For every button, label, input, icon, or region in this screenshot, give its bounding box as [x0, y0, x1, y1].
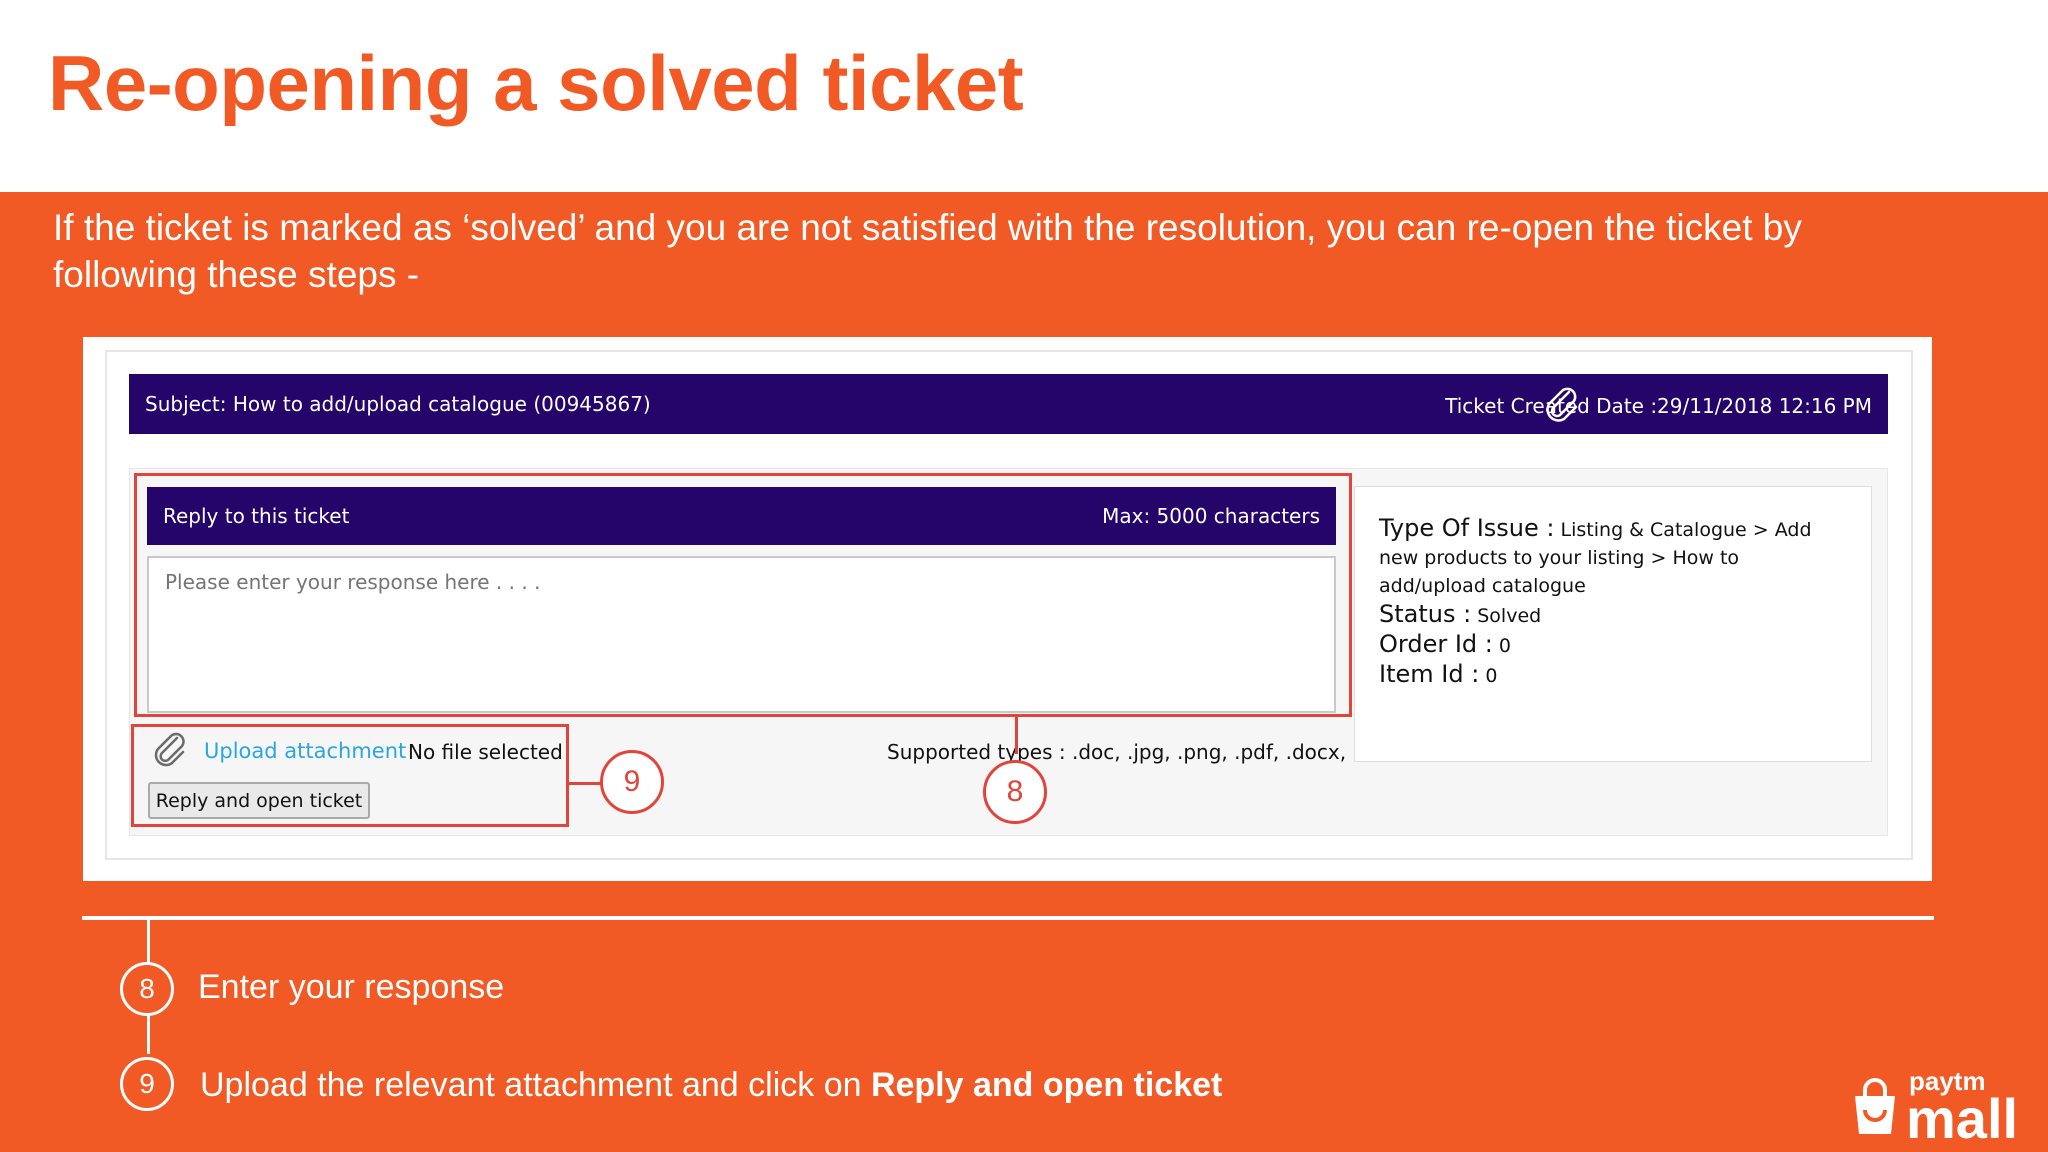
shopping-bag-icon — [1855, 1078, 1895, 1134]
highlight-box-step-8 — [134, 473, 1352, 717]
file-status: No file selected — [408, 740, 563, 764]
callout-9: 9 — [600, 750, 664, 814]
paytm-mall-logo: paytm mall — [1855, 1066, 2018, 1140]
paperclip-icon[interactable] — [150, 730, 190, 770]
order-id-value: 0 — [1498, 635, 1511, 657]
step-9-text: Upload the relevant attachment and click… — [200, 1066, 871, 1104]
order-id-label: Order Id : — [1379, 630, 1493, 658]
slide-title: Re-opening a solved ticket — [48, 39, 1024, 127]
intro-text: If the ticket is marked as ‘solved’ and … — [53, 207, 1802, 295]
ticket-subject: Subject: How to add/upload catalogue (00… — [145, 392, 651, 416]
upload-attachment-link[interactable]: Upload attachment — [204, 739, 406, 763]
divider — [82, 916, 1934, 920]
step-number-9: 9 — [120, 1057, 174, 1111]
item-id-row: Item Id : 0 — [1379, 660, 1849, 690]
ticket-created-date: Ticket Created Date :29/11/2018 12:16 PM — [1445, 394, 1872, 418]
status-label: Status : — [1379, 600, 1472, 628]
order-id-row: Order Id : 0 — [1379, 630, 1849, 660]
ticket-subject-bar: Subject: How to add/upload catalogue (00… — [129, 374, 1888, 434]
step-text-9: Upload the relevant attachment and click… — [200, 1066, 1222, 1105]
callout-8: 8 — [983, 760, 1047, 824]
supported-types: Supported types : .doc, .jpg, .png, .pdf… — [887, 740, 1393, 764]
item-id-value: 0 — [1485, 665, 1498, 687]
item-id-label: Item Id : — [1379, 660, 1480, 688]
step-9-bold-text: Reply and open ticket — [870, 1066, 1223, 1104]
callout-connector-9 — [569, 782, 601, 785]
step-text-8: Enter your response — [198, 968, 505, 1006]
logo-bottom-text: mall — [1906, 1087, 2018, 1140]
issue-type-row: Type Of Issue : Listing & Catalogue > Ad… — [1379, 514, 1849, 600]
issue-type-label: Type Of Issue : — [1379, 514, 1555, 542]
title-band: Re-opening a solved ticket — [0, 0, 2048, 192]
step-number-8: 8 — [120, 962, 174, 1016]
callout-connector-8 — [1015, 716, 1018, 754]
ticket-info: Type Of Issue : Listing & Catalogue > Ad… — [1379, 514, 1849, 690]
status-row: Status : Solved — [1379, 600, 1849, 630]
status-value: Solved — [1477, 605, 1542, 627]
reply-and-open-ticket-button[interactable]: Reply and open ticket — [148, 782, 370, 819]
